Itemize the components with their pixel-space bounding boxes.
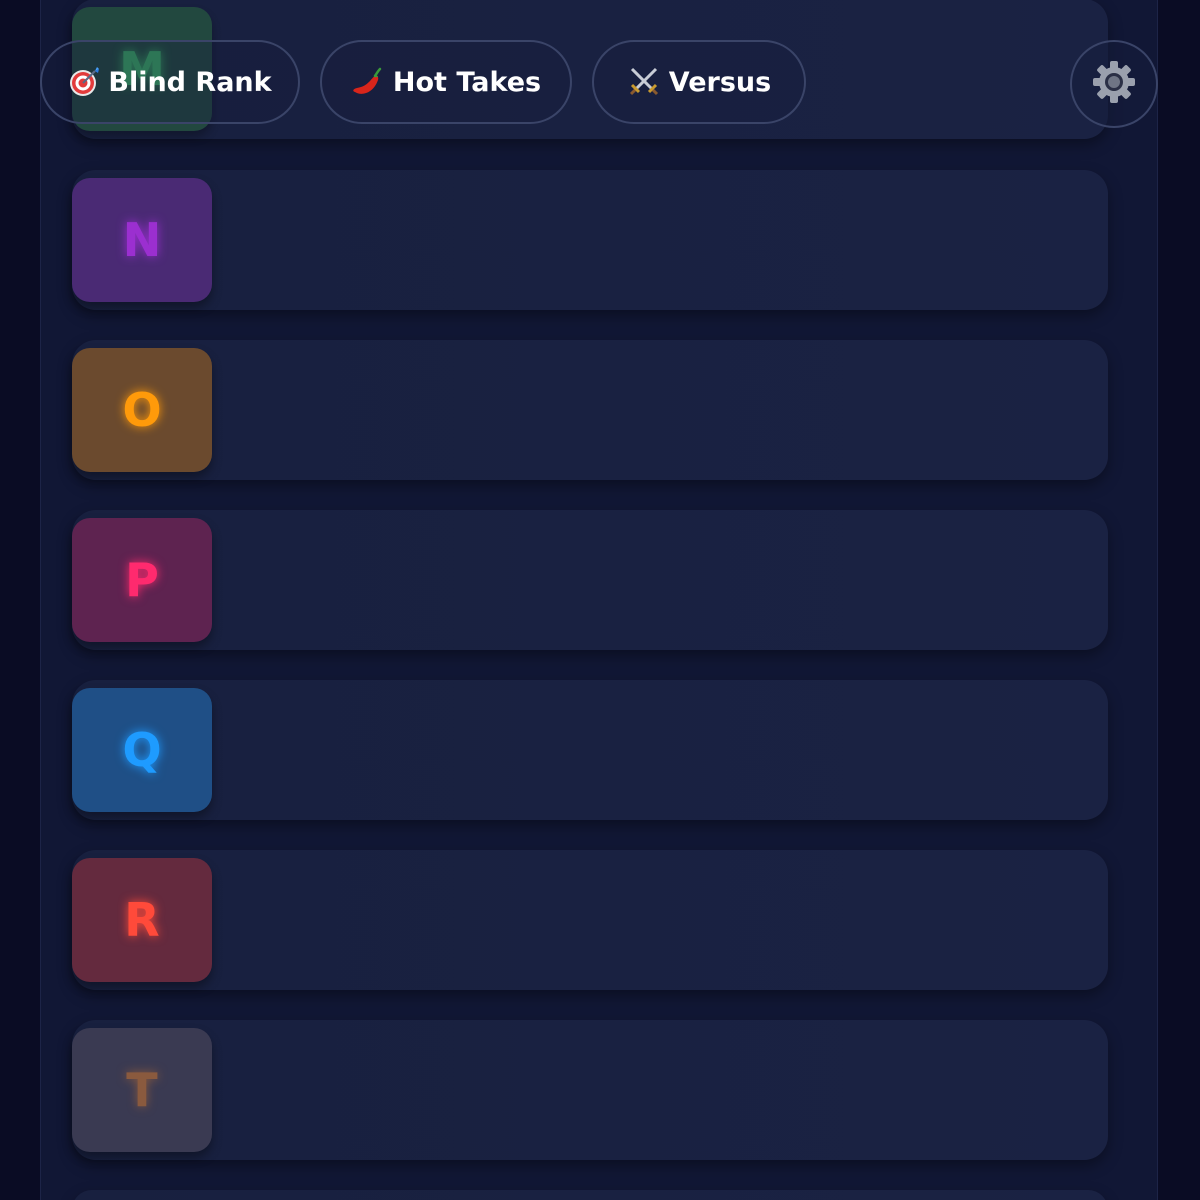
tier-badge-r[interactable]: R [72, 858, 212, 982]
tier-badge-t[interactable]: T [72, 1028, 212, 1152]
crossed-swords-icon [627, 66, 661, 98]
versus-label: Versus [668, 66, 772, 98]
tier-letter: Q [122, 723, 162, 777]
hot-takes-button[interactable]: Hot Takes [320, 40, 572, 124]
tier-row-t[interactable]: T [72, 1020, 1108, 1160]
tier-badge-q[interactable]: Q [72, 688, 212, 812]
tier-row-r[interactable]: R [72, 850, 1108, 990]
target-icon [68, 66, 100, 98]
tier-letter: O [122, 383, 162, 437]
hot-takes-label: Hot Takes [392, 66, 542, 98]
tier-letter: P [125, 553, 159, 607]
tier-badge-o[interactable]: O [72, 348, 212, 472]
tier-row-next[interactable] [72, 1190, 1108, 1200]
tier-row-n[interactable]: N [72, 170, 1108, 310]
tier-row-o[interactable]: O [72, 340, 1108, 480]
settings-button[interactable] [1070, 40, 1158, 128]
blind-rank-label: Blind Rank [108, 66, 272, 98]
tier-list-page: M N O P Q R T Blind Rank Hot Takes Versu… [0, 0, 1200, 1200]
tier-badge-p[interactable]: P [72, 518, 212, 642]
versus-button[interactable]: Versus [592, 40, 806, 124]
tier-letter: T [126, 1063, 158, 1117]
blind-rank-button[interactable]: Blind Rank [40, 40, 300, 124]
tier-row-q[interactable]: Q [72, 680, 1108, 820]
tier-badge-n[interactable]: N [72, 178, 212, 302]
chili-pepper-icon [351, 66, 385, 98]
tier-letter: N [122, 213, 162, 267]
tier-letter: R [124, 893, 160, 947]
tier-row-p[interactable]: P [72, 510, 1108, 650]
mode-bar: Blind Rank Hot Takes Versus [40, 40, 1160, 130]
gear-icon [1091, 59, 1137, 110]
